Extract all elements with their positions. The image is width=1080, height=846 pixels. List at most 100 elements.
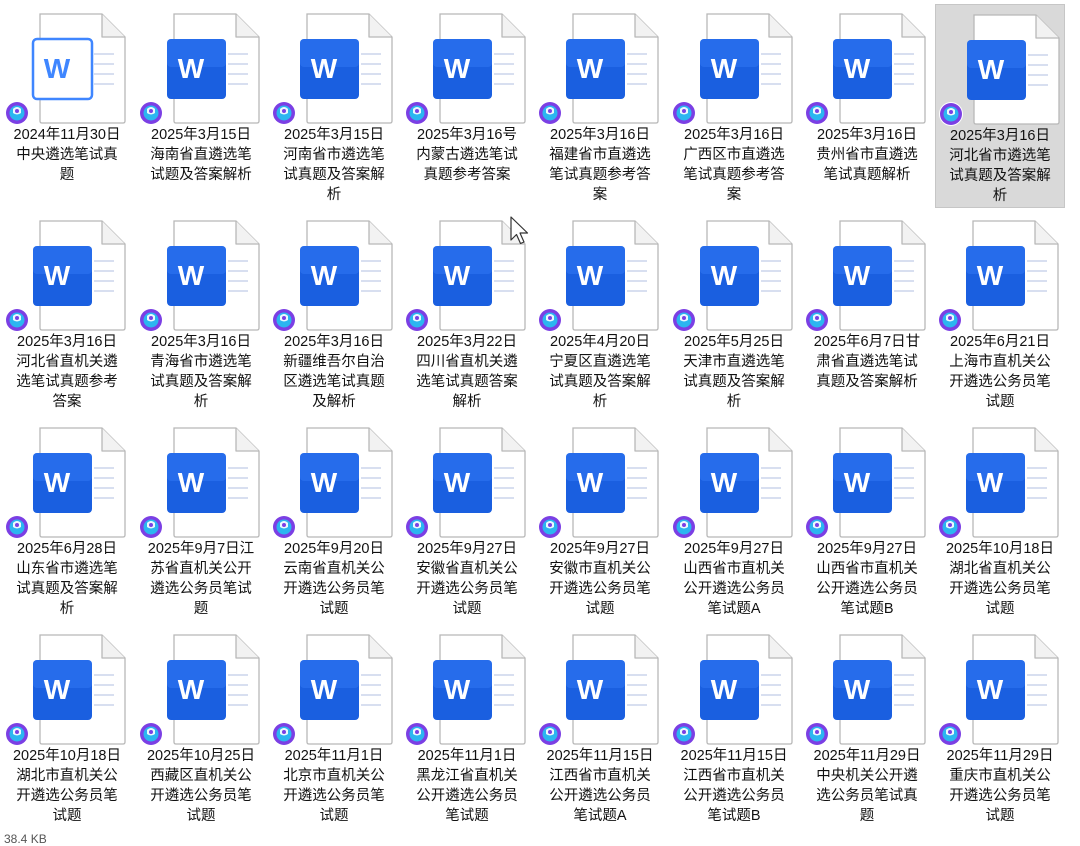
file-item[interactable]: W 2025年11月29日重庆市直机关公开遴选公务员笔试题2025年11月29日… (935, 625, 1065, 829)
file-item[interactable]: W 2025年3月22日四川省直机关遴选笔试真题答案解析2025年3月22日四川… (402, 211, 532, 415)
file-name-line: 试真题及答案解 (16, 581, 118, 597)
file-name-line: 公开遴选公务员 (683, 581, 785, 597)
file-name-line: 安徽市直机关公 (549, 561, 651, 577)
file-name-label: 2025年3月16号 内蒙古遴选笔试 真题参考答案 (404, 125, 530, 185)
word-document-icon: W (535, 4, 665, 126)
file-item[interactable]: W 2025年3月16号内蒙古遴选笔试真题参考答案2025年3月16号内蒙古遴选… (402, 4, 532, 208)
file-item[interactable]: W 2025年4月20日宁夏区直遴选笔试真题及答案解析2025年4月20日宁夏区… (535, 211, 665, 415)
file-name-line: 笔试题B (707, 808, 761, 824)
file-item[interactable]: W 2025年3月16日福建省市直遴选笔试真题参考答案2025年3月16日福建省… (535, 4, 665, 208)
file-name-line: 河北省市遴选笔 (949, 148, 1051, 164)
file-name-label: 2025年3月16日 河北省直机关遴 选笔试真题参考 答案 (4, 332, 130, 412)
file-name-line: 公开遴选公务员 (816, 581, 918, 597)
svg-text:W: W (711, 260, 738, 291)
file-item[interactable]: W 2025年9月27日安徽省直机关公开遴选公务员笔试题2025年9月27日安徽… (402, 418, 532, 622)
file-item[interactable]: W 2025年11月1日北京市直机关公开遴选公务员笔试题2025年11月1日北京… (269, 625, 399, 829)
file-name-line: 题 (59, 167, 75, 183)
file-item[interactable]: W 2025年11月15日江西省市直机关公开遴选公务员笔试题A2025年11月1… (535, 625, 665, 829)
file-name-line: 开遴选公务员笔 (16, 788, 118, 804)
file-name-label: 2025年3月15日 河南省市遴选笔 试真题及答案解析 (271, 125, 397, 205)
file-name-label: 2025年9月20日 云南省直机关公 开遴选公务员笔 试题 (271, 539, 397, 619)
file-name-line: 内蒙古遴选笔试 (416, 147, 518, 163)
word-document-icon: W (402, 211, 532, 333)
file-item[interactable]: W 2025年9月20日云南省直机关公开遴选公务员笔试题2025年9月20日云南… (269, 418, 399, 622)
file-name-line: 试题 (585, 601, 615, 617)
file-item[interactable]: W 2025年3月16日广西区市直遴选笔试真题参考答案2025年3月16日广西区… (669, 4, 799, 208)
file-item[interactable]: W 2025年3月16日贵州省市直遴选笔试真题解析2025年3月16日贵州省市直… (802, 4, 932, 208)
file-name-line: 中央机关公开遴 (816, 768, 918, 784)
file-item[interactable]: W 2025年9月27日安徽市直机关公开遴选公务员笔试题2025年9月27日安徽… (535, 418, 665, 622)
file-item[interactable]: W 2024年11月30日中央遴选笔试真题2024年11月30日中央遴选笔试真题 (2, 4, 132, 208)
file-item[interactable]: W 2025年3月16日青海省市遴选笔试真题及答案解析2025年3月16日青海省… (136, 211, 266, 415)
file-item[interactable]: W 2025年11月1日黑龙江省直机关公开遴选公务员笔试题2025年11月1日黑… (402, 625, 532, 829)
file-name-line: 公开遴选公务员 (549, 788, 651, 804)
file-item[interactable]: W 2025年11月29日中央机关公开遴选公务员笔试真题2025年11月29日中… (802, 625, 932, 829)
word-document-icon-graphic: W (805, 13, 926, 125)
file-name-line: 2025年3月15日 (151, 127, 251, 143)
svg-text:W: W (977, 674, 1004, 705)
file-item[interactable]: W 2025年6月28日山东省市遴选笔试真题及答案解析2025年6月28日山东省… (2, 418, 132, 622)
file-name-line: 苏省直机关公开 (150, 561, 252, 577)
word-document-icon: W (669, 211, 799, 333)
file-name-line: 肃省直遴选笔试 (816, 354, 918, 370)
file-item[interactable]: W 2025年9月27日山西省市直机关公开遴选公务员笔试题A2025年9月27日… (669, 418, 799, 622)
word-document-icon-graphic: W (672, 220, 793, 332)
file-item[interactable]: W 2025年3月16日河北省直机关遴选笔试真题参考答案2025年3月16日河北… (2, 211, 132, 415)
file-name-line: 2025年9月27日 (550, 541, 650, 557)
file-item[interactable]: W 2025年11月15日江西省市直机关公开遴选公务员笔试题B2025年11月1… (669, 625, 799, 829)
file-name-label: 2025年11月1日 北京市直机关公 开遴选公务员笔 试题 (271, 746, 397, 826)
word-document-icon: W (136, 211, 266, 333)
file-item[interactable]: W 2025年5月25日天津市直遴选笔试真题及答案解析2025年5月25日天津市… (669, 211, 799, 415)
file-name-line: 试题 (52, 808, 82, 824)
word-document-icon: W (136, 4, 266, 126)
file-name-label: 2025年11月1日 黑龙江省直机关 公开遴选公务员 笔试题 (404, 746, 530, 826)
file-item[interactable]: W 2025年9月27日山西省市直机关公开遴选公务员笔试题B2025年9月27日… (802, 418, 932, 622)
file-name-line: 析 (59, 601, 75, 617)
file-name-line: 贵州省市直遴选 (816, 147, 918, 163)
svg-text:W: W (44, 467, 71, 498)
file-name-line: 笔试题A (707, 601, 761, 617)
word-document-icon: W (535, 418, 665, 540)
file-name-line: 真题参考答案 (423, 167, 511, 183)
word-document-icon: W (802, 418, 932, 540)
file-item[interactable]: W 2025年10月18日湖北市直机关公开遴选公务员笔试题2025年10月18日… (2, 625, 132, 829)
file-name-line: 开遴选公务员笔 (150, 788, 252, 804)
file-item[interactable]: W 2025年3月15日河南省市遴选笔试真题及答案解析2025年3月15日河南省… (269, 4, 399, 208)
word-document-icon-graphic: W (805, 220, 926, 332)
file-name-label: 2025年11月29日 重庆市直机关公 开遴选公务员笔 试题 (937, 746, 1063, 826)
word-document-icon: W (269, 625, 399, 747)
file-name-line: 2025年3月16日 (17, 334, 117, 350)
file-name-line: 笔试题B (840, 601, 894, 617)
file-name-line: 2025年11月29日 (813, 748, 921, 764)
svg-text:W: W (577, 53, 604, 84)
file-name-line: 北京市直机关公 (283, 768, 385, 784)
file-item[interactable]: W 2025年10月25日西藏区直机关公开遴选公务员笔试题2025年10月25日… (136, 625, 266, 829)
file-name-line: 试真题及答案解 (283, 167, 385, 183)
word-document-icon-graphic: W (405, 13, 526, 125)
word-document-icon: W (535, 211, 665, 333)
file-name-line: 2025年3月16日 (151, 334, 251, 350)
file-name-line: 笔试题A (573, 808, 627, 824)
file-item[interactable]: W 2025年6月7日甘肃省直遴选笔试真题及答案解析2025年6月7日甘肃省直遴… (802, 211, 932, 415)
svg-text:W: W (844, 467, 871, 498)
file-name-line: 析 (726, 394, 742, 410)
file-item[interactable]: W 2025年10月18日湖北省直机关公开遴选公务员笔试题2025年10月18日… (935, 418, 1065, 622)
file-item[interactable]: W 2025年3月15日海南省直遴选笔试题及答案解析2025年3月15日海南省直… (136, 4, 266, 208)
file-grid: W 2024年11月30日中央遴选笔试真题2024年11月30日中央遴选笔试真题… (0, 0, 1080, 842)
file-name-label: 2025年6月28日 山东省市遴选笔 试真题及答案解析 (4, 539, 130, 619)
file-name-line: 2025年3月15日 (284, 127, 384, 143)
word-document-icon-graphic: W (405, 634, 526, 746)
word-document-icon-graphic: W (139, 13, 260, 125)
file-name-line: 选笔试真题参考 (16, 374, 118, 390)
file-item[interactable]: W 2025年3月16日新疆维吾尔自治区遴选笔试真题及解析2025年3月16日新… (269, 211, 399, 415)
svg-text:W: W (178, 53, 205, 84)
word-document-icon-graphic: W (939, 14, 1060, 126)
file-item[interactable]: W 2025年3月16日河北省市遴选笔试真题及答案解析2025年3月16日河北省… (935, 4, 1065, 208)
file-item[interactable]: W 2025年9月7日江苏省直机关公开遴选公务员笔试题2025年9月7日江苏省直… (136, 418, 266, 622)
file-name-label: 2025年3月16日 福建省市直遴选 笔试真题参考答案 (537, 125, 663, 205)
word-document-icon-graphic: W (139, 634, 260, 746)
file-name-line: 2025年9月27日 (684, 541, 784, 557)
file-item[interactable]: W 2025年6月21日上海市直机关公开遴选公务员笔试题2025年6月21日上海… (935, 211, 1065, 415)
file-name-line: 海南省直遴选笔 (150, 147, 252, 163)
svg-text:W: W (977, 260, 1004, 291)
